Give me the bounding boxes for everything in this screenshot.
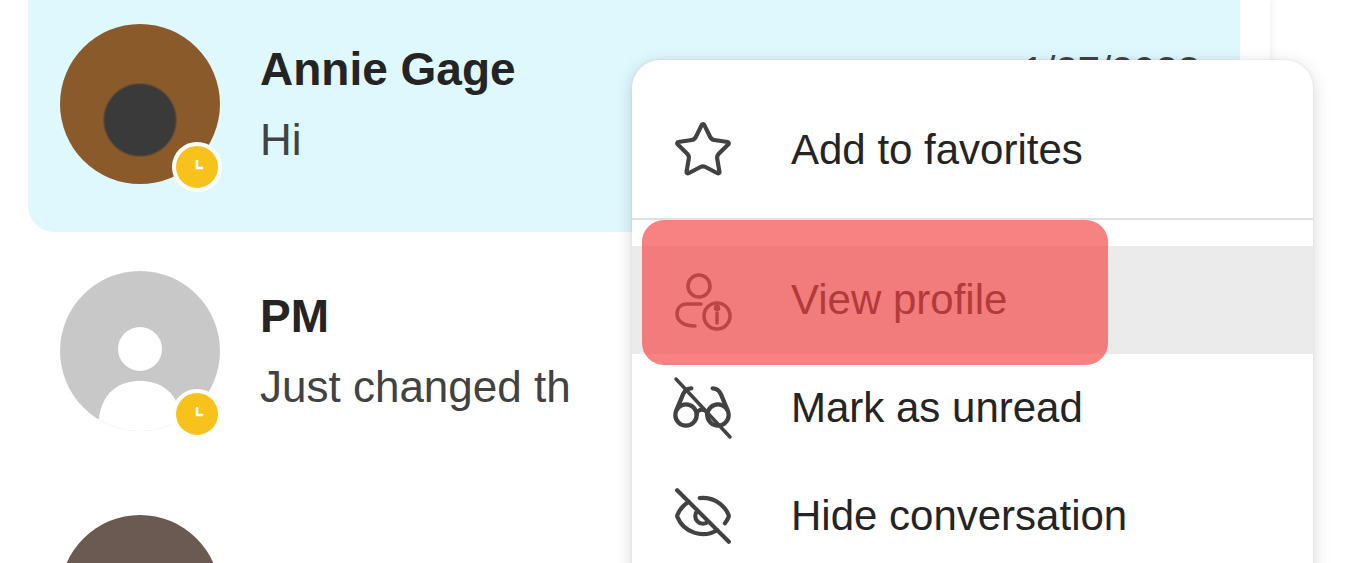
presence-badge <box>172 389 222 439</box>
menu-item-icon <box>670 267 736 333</box>
menu-item[interactable]: Add to favorites <box>632 96 1313 204</box>
profile-info-icon <box>671 268 735 332</box>
menu-item[interactable]: View profile <box>632 246 1313 354</box>
slash-icon <box>670 375 736 441</box>
chat-page: Annie Gage1/27/2023HiPMJust changed thAd… <box>0 0 1366 563</box>
menu-item[interactable]: Mark as unread <box>632 354 1313 462</box>
context-menu: Add to favorites View profile Mark as unre… <box>632 60 1313 563</box>
menu-item-icon <box>670 483 736 549</box>
star-icon <box>672 119 734 181</box>
menu-divider <box>632 218 1313 220</box>
annotation-highlight <box>642 220 1108 365</box>
menu-item[interactable]: Hide conversation <box>632 462 1313 563</box>
eye-off-icon <box>672 485 734 547</box>
avatar[interactable] <box>60 24 220 184</box>
avatar[interactable] <box>60 271 220 431</box>
away-clock-icon <box>185 155 209 179</box>
menu-item-label: Mark as unread <box>791 384 1083 432</box>
unread-icon-wrap <box>670 375 736 441</box>
menu-item-label: Add to favorites <box>791 126 1083 174</box>
avatar-photo <box>60 515 220 563</box>
contact-name: Annie Gage <box>260 44 516 95</box>
away-clock-icon <box>185 402 209 426</box>
menu-item-label: View profile <box>791 276 1007 324</box>
menu-item-icon <box>670 117 736 183</box>
contact-name: PM <box>260 291 329 342</box>
avatar[interactable] <box>60 515 220 563</box>
menu-item-icon <box>670 375 736 441</box>
presence-badge <box>172 142 222 192</box>
menu-item-label: Hide conversation <box>791 492 1127 540</box>
